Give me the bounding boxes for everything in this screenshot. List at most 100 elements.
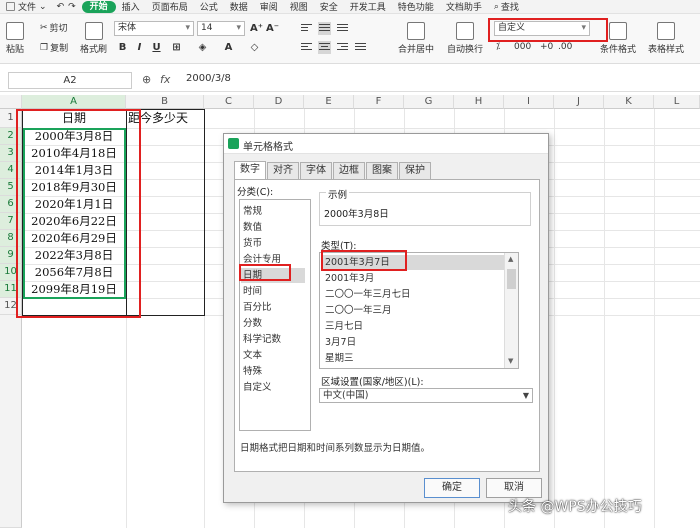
cut-button[interactable]: ✂ 剪切 bbox=[40, 21, 68, 35]
redo-icon[interactable]: ↷ bbox=[68, 2, 76, 12]
format-painter-button[interactable]: 格式刷 bbox=[80, 22, 107, 55]
category-general[interactable]: 常规 bbox=[243, 204, 262, 219]
merge-center-label: 合并居中 bbox=[398, 45, 435, 55]
font-grow-icon[interactable]: A⁺ bbox=[250, 22, 263, 35]
align-right-icon[interactable] bbox=[336, 41, 349, 54]
align-middle-icon[interactable] bbox=[318, 22, 331, 35]
align-bottom-icon[interactable] bbox=[336, 22, 349, 35]
tab-developer[interactable]: 开发工具 bbox=[344, 0, 392, 13]
tab-home[interactable]: 开始 bbox=[81, 0, 116, 13]
menu-file[interactable]: 文件 ⌄ bbox=[0, 0, 53, 13]
tab-insert[interactable]: 插入 bbox=[116, 0, 146, 13]
underline-button[interactable]: U bbox=[150, 41, 163, 54]
percent-icon[interactable]: ⁒ bbox=[496, 42, 500, 52]
category-fraction[interactable]: 分数 bbox=[243, 316, 262, 331]
category-text[interactable]: 文本 bbox=[243, 348, 262, 363]
dialog-titlebar[interactable]: 单元格格式 bbox=[224, 134, 548, 154]
category-time[interactable]: 时间 bbox=[243, 284, 262, 299]
border-icon[interactable]: ⊞ bbox=[170, 41, 183, 54]
clear-format-icon[interactable]: ◇ bbox=[248, 41, 261, 54]
row-header-empty[interactable] bbox=[0, 315, 22, 528]
column-header-k[interactable]: K bbox=[604, 95, 654, 109]
format-cells-dialog[interactable]: 单元格格式 数字 对齐 字体 边框 图案 保护 分类(C): 常规 数值 货币 … bbox=[223, 133, 549, 503]
type-item[interactable]: 三月七日 bbox=[325, 319, 363, 334]
type-list-scrollbar[interactable]: ▲ ▼ bbox=[504, 253, 518, 368]
name-box[interactable]: A2 bbox=[8, 72, 132, 89]
column-header-e[interactable]: E bbox=[304, 95, 354, 109]
search-box[interactable]: ⌕ 查找 bbox=[488, 0, 525, 14]
merge-center-button[interactable]: 合并居中 bbox=[398, 22, 434, 55]
ok-button[interactable]: 确定 bbox=[424, 478, 480, 498]
category-number[interactable]: 数值 bbox=[243, 220, 262, 235]
cancel-button[interactable]: 取消 bbox=[486, 478, 542, 498]
menu-file-label: 文件 bbox=[18, 3, 37, 13]
decrease-decimal-icon[interactable]: .00 bbox=[558, 42, 572, 52]
paste-button[interactable]: 粘贴 bbox=[6, 22, 24, 55]
fx-icon[interactable]: fx bbox=[160, 73, 170, 86]
align-left-icon[interactable] bbox=[300, 41, 313, 54]
tab-alignment[interactable]: 对齐 bbox=[267, 162, 299, 179]
fill-color-icon[interactable]: ◈ bbox=[196, 41, 209, 54]
tab-doc-assistant[interactable]: 文档助手 bbox=[440, 0, 488, 13]
wrap-text-button[interactable]: 自动换行 bbox=[447, 22, 483, 55]
column-header-f[interactable]: F bbox=[354, 95, 404, 109]
column-header-g[interactable]: G bbox=[404, 95, 454, 109]
category-percentage[interactable]: 百分比 bbox=[243, 300, 272, 315]
category-list[interactable]: 常规 数值 货币 会计专用 日期 时间 百分比 分数 科学记数 文本 特殊 自定… bbox=[239, 199, 311, 431]
bold-button[interactable]: B bbox=[116, 41, 129, 54]
tab-view[interactable]: 视图 bbox=[284, 0, 314, 13]
scroll-down-icon[interactable]: ▼ bbox=[508, 357, 513, 365]
italic-button[interactable]: I bbox=[133, 41, 146, 54]
copy-button[interactable]: ❐ 复制 bbox=[40, 41, 68, 55]
table-style-button[interactable]: 表格样式 bbox=[648, 22, 684, 55]
column-header-a[interactable]: A bbox=[22, 95, 126, 109]
tab-pattern[interactable]: 图案 bbox=[366, 162, 398, 179]
conditional-format-icon bbox=[609, 22, 627, 40]
tab-security[interactable]: 安全 bbox=[314, 0, 344, 13]
column-header-c[interactable]: C bbox=[204, 95, 254, 109]
font-color-icon[interactable]: A bbox=[222, 41, 235, 54]
column-header-b[interactable]: B bbox=[126, 95, 204, 109]
category-custom[interactable]: 自定义 bbox=[243, 380, 272, 395]
type-item[interactable]: 星期三 bbox=[325, 351, 354, 366]
thousands-icon[interactable]: 000 bbox=[514, 42, 531, 52]
font-size-select[interactable]: 14 ▾ bbox=[197, 21, 245, 36]
column-header-i[interactable]: I bbox=[504, 95, 554, 109]
column-header-l[interactable]: L bbox=[654, 95, 700, 109]
formula-input[interactable]: 2000/3/8 bbox=[186, 73, 231, 84]
zoom-icon[interactable]: ⊕ bbox=[142, 73, 151, 86]
tab-number[interactable]: 数字 bbox=[234, 161, 266, 179]
type-item[interactable]: 二〇〇一年三月七日 bbox=[325, 287, 411, 302]
tab-protection[interactable]: 保护 bbox=[399, 162, 431, 179]
tab-page-layout[interactable]: 页面布局 bbox=[146, 0, 194, 13]
paste-label: 粘贴 bbox=[6, 45, 25, 55]
increase-decimal-icon[interactable]: +0 bbox=[540, 42, 553, 52]
type-item[interactable]: 2001年3月 bbox=[325, 271, 374, 286]
tab-font[interactable]: 字体 bbox=[300, 162, 332, 179]
type-item[interactable]: 3月7日 bbox=[325, 335, 356, 350]
align-center-icon[interactable] bbox=[318, 41, 331, 54]
undo-icon[interactable]: ↶ bbox=[57, 2, 65, 12]
scroll-thumb[interactable] bbox=[507, 269, 516, 289]
date-column-highlight bbox=[16, 109, 141, 318]
tab-formulas[interactable]: 公式 bbox=[194, 0, 224, 13]
justify-icon[interactable] bbox=[354, 41, 367, 54]
column-header-h[interactable]: H bbox=[454, 95, 504, 109]
font-name-select[interactable]: 宋体 ▾ bbox=[114, 21, 194, 36]
category-currency[interactable]: 货币 bbox=[243, 236, 262, 251]
font-shrink-icon[interactable]: A⁻ bbox=[266, 22, 279, 35]
tab-border[interactable]: 边框 bbox=[333, 162, 365, 179]
align-top-icon[interactable] bbox=[300, 22, 313, 35]
column-header-d[interactable]: D bbox=[254, 95, 304, 109]
locale-select[interactable]: 中文(中国) ▼ bbox=[319, 388, 533, 403]
tab-features[interactable]: 特色功能 bbox=[392, 0, 440, 13]
tab-data[interactable]: 数据 bbox=[224, 0, 254, 13]
category-scientific[interactable]: 科学记数 bbox=[243, 332, 281, 347]
cut-label: 剪切 bbox=[49, 24, 68, 34]
category-special[interactable]: 特殊 bbox=[243, 364, 262, 379]
scroll-up-icon[interactable]: ▲ bbox=[508, 255, 513, 263]
select-all-corner[interactable] bbox=[0, 95, 22, 109]
column-header-j[interactable]: J bbox=[554, 95, 604, 109]
tab-review[interactable]: 审阅 bbox=[254, 0, 284, 13]
type-item[interactable]: 二〇〇一年三月 bbox=[325, 303, 392, 318]
